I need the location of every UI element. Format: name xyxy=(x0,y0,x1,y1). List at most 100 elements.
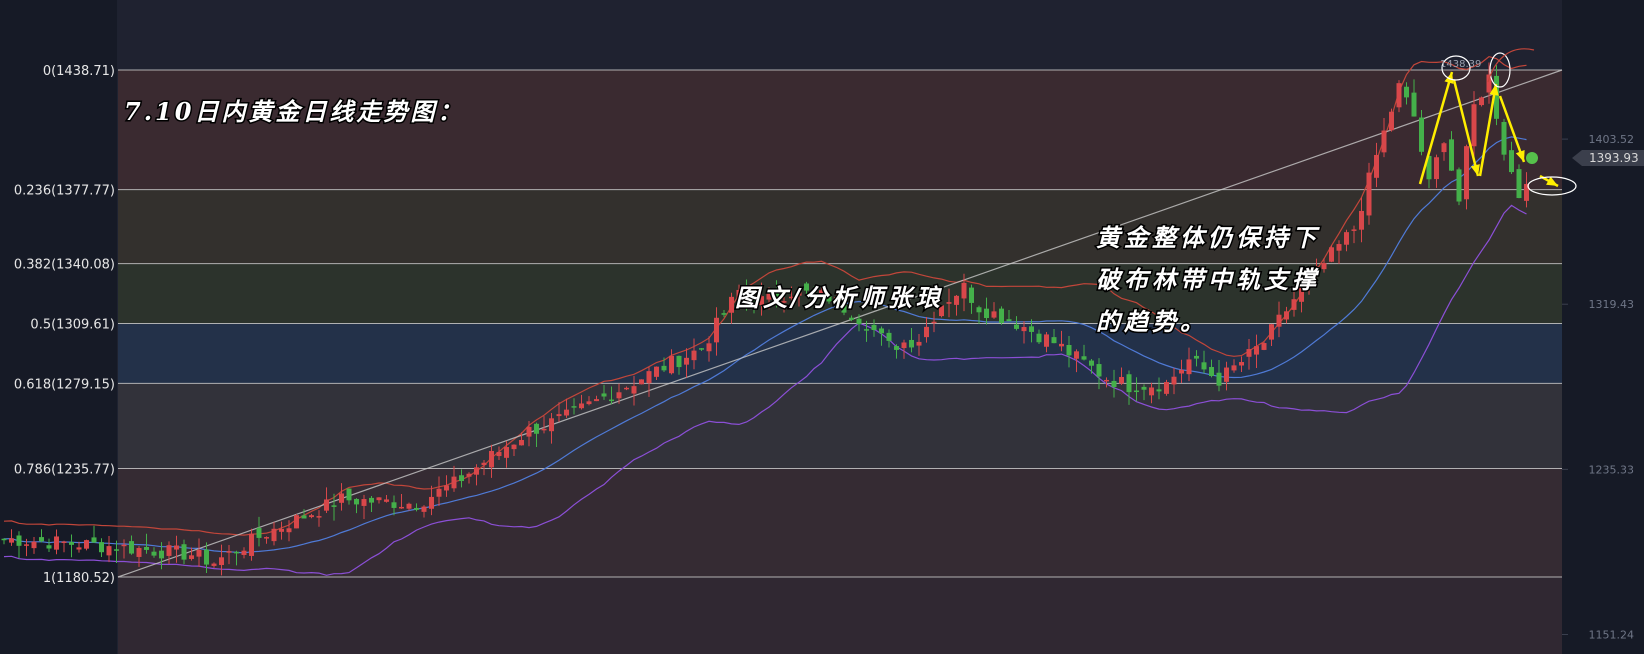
candle-body xyxy=(1036,333,1042,343)
candle-body xyxy=(1449,139,1454,171)
candle-body xyxy=(226,551,232,553)
candle-body xyxy=(1179,369,1184,374)
candle-body xyxy=(1509,150,1514,173)
chart-title: 7.10日内黄金日线走势图： xyxy=(124,97,464,126)
candle-body xyxy=(886,332,892,341)
candle-body xyxy=(16,535,22,546)
candle-body xyxy=(1389,111,1394,131)
candle-body xyxy=(46,545,52,549)
candle-body xyxy=(1291,299,1297,310)
candle-body xyxy=(9,538,14,543)
candle-body xyxy=(99,542,104,553)
candle-body xyxy=(1396,83,1402,108)
candle-body xyxy=(1329,247,1334,262)
candle-body xyxy=(331,505,337,507)
fib-label-3: 0.5(1309.61) xyxy=(30,318,115,333)
candle-body xyxy=(1276,314,1282,327)
candle-body xyxy=(196,549,202,557)
price-tick-label-0: 1403.52 xyxy=(1589,133,1635,146)
candle-body xyxy=(24,544,29,546)
candle-body xyxy=(594,399,599,402)
candle-body xyxy=(616,392,622,399)
candle-body xyxy=(976,307,982,313)
candle-body xyxy=(31,541,37,549)
candle-body xyxy=(534,423,539,434)
fib-band-3 xyxy=(118,323,1562,384)
candle-body xyxy=(1051,337,1057,344)
candle-body xyxy=(1284,311,1289,320)
candle-body xyxy=(541,428,547,431)
candle-body xyxy=(361,499,367,506)
candle-body xyxy=(399,506,404,509)
candle-body xyxy=(91,537,97,543)
candle-body xyxy=(481,462,487,466)
candle-body xyxy=(1231,365,1237,371)
candle-body xyxy=(1089,360,1094,366)
candle-body xyxy=(1246,349,1252,357)
candle-body xyxy=(1149,387,1154,396)
analysis-line-3: 的趋势。 xyxy=(1096,307,1208,336)
candle-body xyxy=(1254,346,1259,355)
candle-body xyxy=(849,317,854,320)
candle-body xyxy=(294,515,299,529)
candle-body xyxy=(174,545,179,550)
candle-body xyxy=(489,450,494,468)
candle-body xyxy=(1,538,7,541)
candle-body xyxy=(954,295,959,305)
candle-body xyxy=(429,496,434,509)
fib-label-4: 0.618(1279.15) xyxy=(14,377,115,392)
candle-body xyxy=(279,528,284,532)
candle-body xyxy=(1156,389,1162,392)
candle-body xyxy=(1171,376,1177,385)
candle-body xyxy=(1464,146,1469,200)
candle-body xyxy=(1186,359,1192,375)
candle-body xyxy=(249,533,254,556)
candle-body xyxy=(1141,386,1147,390)
candle-body xyxy=(1209,367,1214,377)
candle-body xyxy=(624,387,629,390)
candle-body xyxy=(946,302,952,304)
candle-body xyxy=(496,451,502,457)
candle-body xyxy=(609,399,614,402)
candle-body xyxy=(286,528,292,533)
candle-body xyxy=(189,555,194,559)
candle-body xyxy=(234,551,239,554)
candle-body xyxy=(1111,380,1117,387)
candle-body xyxy=(54,536,59,550)
candle-body xyxy=(76,547,82,550)
candle-body xyxy=(106,546,112,556)
candle-body xyxy=(1104,379,1109,382)
candle-body xyxy=(519,439,524,446)
fib-band-0 xyxy=(118,70,1562,190)
candle-body xyxy=(684,357,689,365)
candle-body xyxy=(586,401,592,405)
candle-body xyxy=(856,318,862,325)
candle-body xyxy=(1014,324,1019,329)
candle-body xyxy=(909,339,914,348)
candle-body xyxy=(699,348,704,350)
candle-body xyxy=(721,313,727,315)
candle-body xyxy=(1336,244,1342,251)
candle-body xyxy=(924,326,929,338)
candle-body xyxy=(69,542,74,545)
candle-body xyxy=(1501,122,1507,155)
candle-body xyxy=(901,342,907,349)
fib-label-1: 0.236(1377.77) xyxy=(14,184,115,199)
candle-body xyxy=(151,551,157,556)
candle-body xyxy=(549,418,554,432)
candle-body xyxy=(129,541,134,554)
candle-body xyxy=(1216,372,1222,386)
candle-body xyxy=(301,515,307,519)
candle-body xyxy=(166,545,172,556)
price-tick-label-1: 1319.43 xyxy=(1589,298,1635,311)
candle-body xyxy=(1261,343,1267,350)
candle-body xyxy=(639,379,644,385)
candle-body xyxy=(1119,376,1124,384)
candle-body xyxy=(436,488,442,497)
candle-body xyxy=(1134,390,1139,393)
fib-label-2: 0.382(1340.08) xyxy=(14,258,115,273)
fib-band-top xyxy=(118,0,1562,70)
candle-body xyxy=(1374,154,1379,178)
candle-body xyxy=(916,341,922,346)
candle-body xyxy=(369,497,374,503)
